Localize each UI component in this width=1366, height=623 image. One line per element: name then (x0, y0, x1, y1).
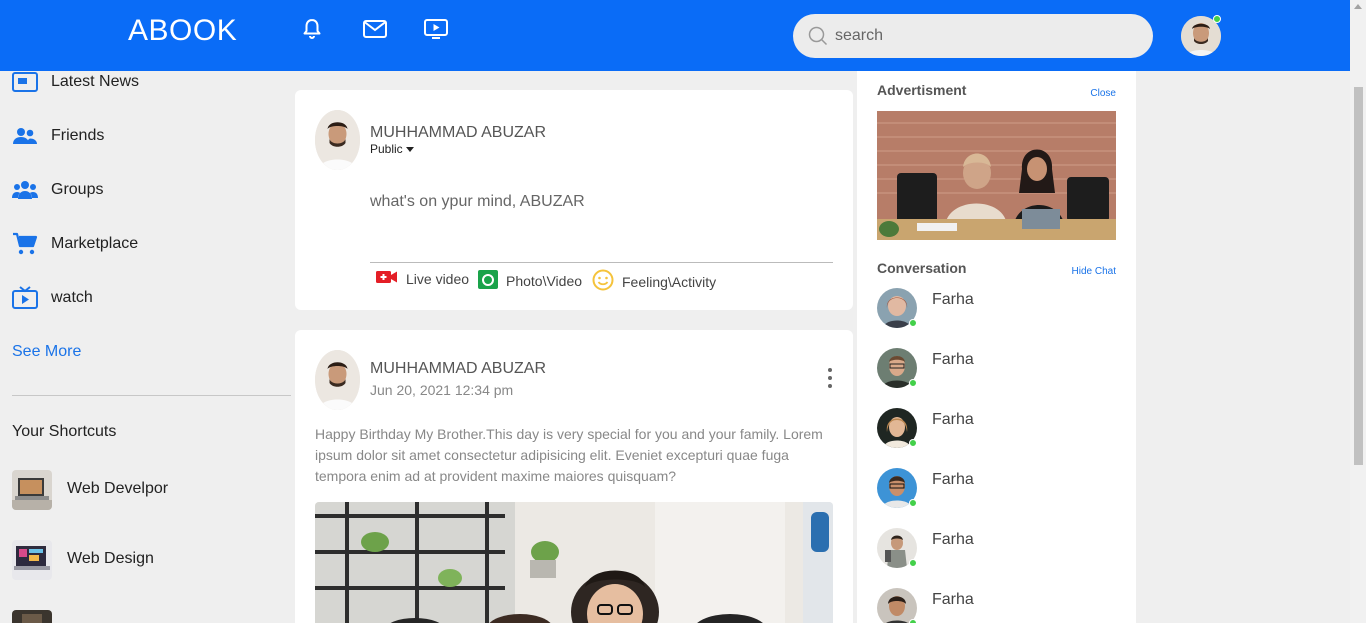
visibility-label: Public (370, 142, 403, 156)
online-status-dot (909, 559, 917, 567)
news-icon (12, 69, 38, 95)
sidebar-item-label: Marketplace (51, 235, 139, 252)
watch-icon (12, 285, 38, 311)
chat-contact[interactable]: Farha (877, 408, 1097, 448)
contact-name: Farha (932, 531, 974, 548)
composer-divider (370, 262, 833, 263)
see-more-link[interactable]: See More (12, 343, 81, 361)
contact-name: Farha (932, 591, 974, 608)
scrollbar-thumb[interactable] (1354, 87, 1363, 465)
composer-author-name[interactable]: MUHHAMMAD ABUZAR (370, 124, 546, 142)
sidebar-item-watch[interactable]: watch (12, 283, 93, 313)
online-status-dot (909, 379, 917, 387)
groups-icon (12, 177, 38, 203)
photo-video-button[interactable]: Photo\Video (478, 269, 582, 292)
close-ad-link[interactable]: Close (1090, 88, 1116, 99)
shortcuts-title: Your Shortcuts (12, 423, 117, 440)
photo-icon (478, 269, 498, 292)
visibility-dropdown[interactable]: Public (370, 142, 414, 156)
shortcut-thumbnail (12, 540, 52, 580)
post-author-avatar[interactable] (315, 350, 360, 410)
contact-name: Farha (932, 291, 974, 308)
search-bar[interactable] (793, 14, 1153, 58)
composer-prompt-input[interactable]: what's on ypur mind, ABUZAR (370, 193, 585, 211)
hide-chat-link[interactable]: Hide Chat (1072, 266, 1116, 277)
shortcut-thumbnail (12, 470, 52, 510)
chat-contact[interactable]: Farha (877, 468, 1097, 508)
cart-icon (12, 231, 38, 257)
sidebar-item-friends[interactable]: Friends (12, 121, 104, 151)
sidebar-item-label: Friends (51, 127, 105, 144)
chat-contact[interactable]: Farha (877, 528, 1097, 568)
online-status-dot (909, 619, 917, 623)
tv-icon[interactable] (423, 17, 449, 41)
post-body-text: Happy Birthday My Brother.This day is ve… (315, 426, 823, 484)
caret-down-icon (405, 146, 414, 152)
post-timestamp: Jun 20, 2021 12:34 pm (370, 382, 514, 398)
composer-avatar[interactable] (315, 110, 360, 170)
sidebar-item-label: watch (51, 289, 93, 306)
live-video-icon (376, 269, 398, 288)
search-input[interactable] (835, 24, 1135, 48)
top-navbar: ABOOK (0, 0, 1350, 71)
shortcut-thumbnail (12, 610, 52, 623)
online-status-dot (909, 319, 917, 327)
logo[interactable]: ABOOK (128, 14, 237, 48)
online-status-dot (909, 439, 917, 447)
sidebar-item-label: Latest News (51, 73, 140, 90)
chat-contact[interactable]: Farha (877, 348, 1097, 388)
scroll-up-arrow-icon[interactable] (1354, 4, 1362, 9)
conversation-title: Conversation (877, 260, 967, 276)
smiley-icon (592, 269, 614, 294)
post-image[interactable] (315, 502, 833, 623)
chat-contact[interactable]: Farha (877, 588, 1097, 623)
more-options-icon[interactable] (826, 368, 834, 388)
contact-name: Farha (932, 351, 974, 368)
sidebar-divider (12, 395, 291, 396)
sidebar-item-label: Groups (51, 181, 104, 198)
sidebar-item-marketplace[interactable]: Marketplace (12, 229, 138, 259)
post-composer: MUHHAMMAD ABUZAR Public what's on ypur m… (295, 90, 853, 310)
friends-icon (12, 123, 38, 149)
shortcut-label: Web Design (67, 550, 154, 567)
sidebar-item-latest-news[interactable]: Latest News (12, 67, 139, 97)
contact-name: Farha (932, 471, 974, 488)
page-scrollbar[interactable] (1350, 0, 1366, 623)
chat-contact[interactable]: Farha (877, 288, 1097, 328)
shortcut-label: Web Develpor (67, 480, 169, 497)
contact-avatar (877, 588, 917, 623)
online-status-dot (1213, 15, 1221, 23)
advertisement-title: Advertisment (877, 82, 967, 98)
post-author-name[interactable]: MUHHAMMAD ABUZAR (370, 360, 546, 378)
action-label: Photo\Video (506, 272, 583, 289)
search-icon (807, 25, 829, 52)
advertisement-image[interactable] (877, 111, 1116, 240)
sidebar-item-groups[interactable]: Groups (12, 175, 103, 205)
contact-name: Farha (932, 411, 974, 428)
action-label: Live video (406, 270, 470, 287)
post-card: MUHHAMMAD ABUZAR Jun 20, 2021 12:34 pm H… (295, 330, 853, 623)
feeling-activity-button[interactable]: Feeling\Activity (592, 269, 716, 294)
action-label: Feeling\Activity (622, 273, 717, 290)
right-panel: Advertisment Close Conversation Hide Cha… (857, 71, 1136, 623)
online-status-dot (909, 499, 917, 507)
live-video-button[interactable]: Live video (376, 269, 469, 288)
bell-icon[interactable] (300, 17, 324, 41)
mail-icon[interactable] (362, 17, 388, 41)
